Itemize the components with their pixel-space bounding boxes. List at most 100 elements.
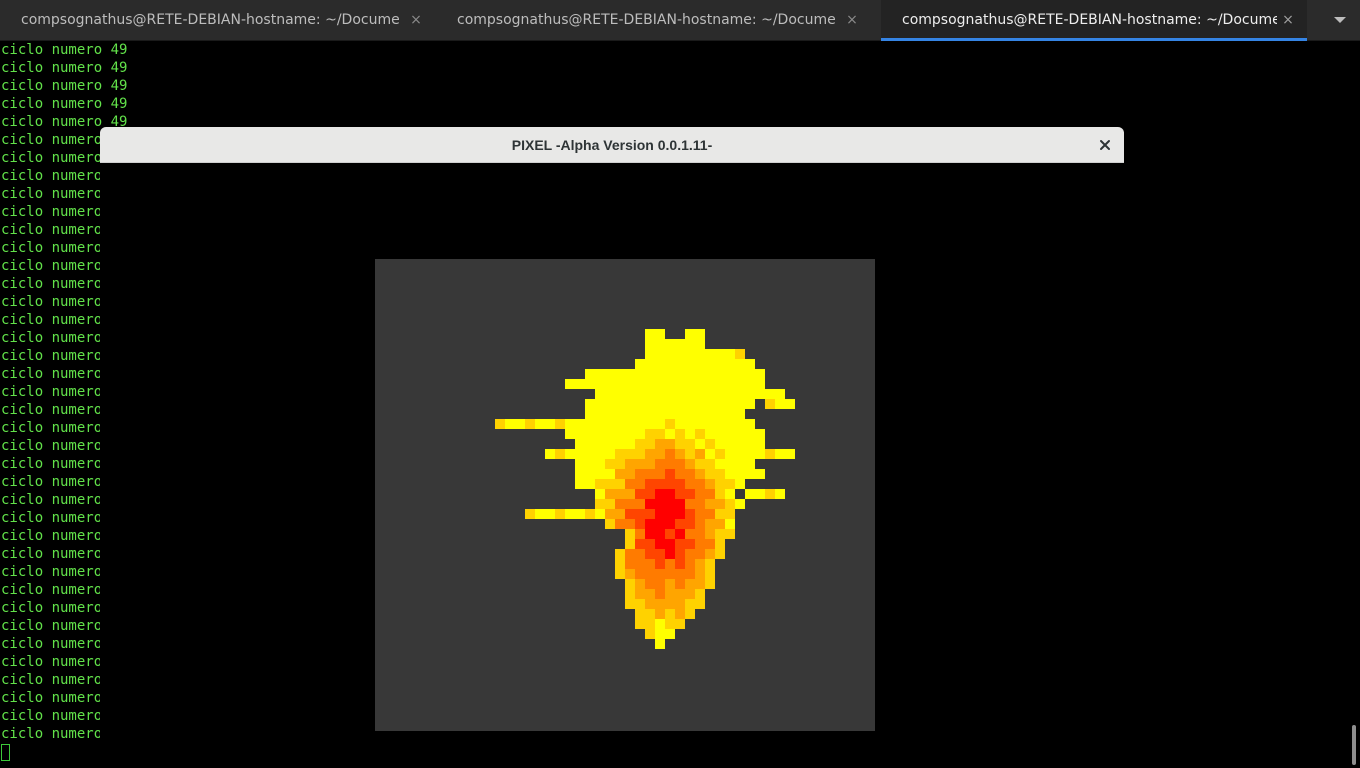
chevron-down-icon[interactable] (1332, 12, 1348, 28)
fire-pixel (595, 499, 605, 509)
fire-pixel (715, 509, 725, 519)
fire-pixel (555, 449, 565, 459)
fire-pixel (645, 539, 655, 549)
fire-pixel (575, 439, 585, 449)
fire-pixel (645, 359, 655, 369)
fire-pixel (745, 459, 755, 469)
fire-pixel (595, 459, 605, 469)
scrollbar-thumb[interactable] (1352, 725, 1356, 765)
fire-pixel (755, 489, 765, 499)
fire-pixel (705, 459, 715, 469)
fire-pixel (705, 579, 715, 589)
fire-pixel (635, 419, 645, 429)
terminal-tab-2[interactable]: compsognathus@RETE-DEBIAN-hostname: ~/Do… (436, 0, 881, 40)
fire-pixel (625, 519, 635, 529)
terminal-tab-3[interactable]: compsognathus@RETE-DEBIAN-hostname: ~/Do… (881, 0, 1307, 41)
fire-pixel (725, 409, 735, 419)
fire-pixel (635, 569, 645, 579)
fire-pixel (725, 379, 735, 389)
close-icon[interactable] (1096, 136, 1114, 154)
fire-pixel (705, 469, 715, 479)
fire-pixel (655, 639, 665, 649)
fire-pixel (705, 349, 715, 359)
fire-pixel (665, 629, 675, 639)
fire-pixel (735, 369, 745, 379)
fire-pixel (645, 389, 655, 399)
fire-pixel (765, 489, 775, 499)
fire-pixel (715, 419, 725, 429)
fire-pixel (645, 529, 655, 539)
fire-pixel (575, 469, 585, 479)
fire-pixel (605, 509, 615, 519)
fire-pixel (665, 509, 675, 519)
tab-close-button[interactable]: × (844, 0, 860, 40)
fire-pixel (765, 389, 775, 399)
fire-pixel (745, 439, 755, 449)
fire-pixel (585, 439, 595, 449)
fire-pixel (665, 489, 675, 499)
fire-pixel (665, 549, 675, 559)
fire-pixel (695, 519, 705, 529)
fire-pixel (535, 509, 545, 519)
window-titlebar[interactable]: PIXEL -Alpha Version 0.0.1.11- (100, 127, 1124, 163)
fire-pixel (715, 539, 725, 549)
fire-pixel (705, 509, 715, 519)
fire-pixel (555, 509, 565, 519)
fire-pixel (625, 529, 635, 539)
fire-pixel (655, 429, 665, 439)
fire-pixel (655, 419, 665, 429)
fire-pixel (625, 549, 635, 559)
fire-pixel (605, 469, 615, 479)
fire-pixel (645, 469, 655, 479)
fire-pixel (635, 429, 645, 439)
fire-pixel (715, 429, 725, 439)
fire-pixel (655, 479, 665, 489)
fire-pixel (585, 399, 595, 409)
fire-pixel (635, 409, 645, 419)
fire-pixel (715, 459, 725, 469)
terminal-tab-1[interactable]: compsognathus@RETE-DEBIAN-hostname: ~/Do… (0, 0, 436, 40)
fire-pixel (655, 589, 665, 599)
tab-close-button[interactable]: × (1280, 0, 1296, 40)
fire-pixel (685, 399, 695, 409)
fire-pixel (625, 369, 635, 379)
fire-pixel (685, 589, 695, 599)
fire-pixel (605, 369, 615, 379)
fire-pixel (615, 549, 625, 559)
fire-pixel (595, 449, 605, 459)
fire-pixel (725, 449, 735, 459)
fire-pixel (615, 389, 625, 399)
fire-pixel (615, 479, 625, 489)
fire-pixel (635, 439, 645, 449)
fire-pixel (665, 619, 675, 629)
fire-pixel (675, 399, 685, 409)
fire-pixel (685, 459, 695, 469)
fire-pixel (565, 509, 575, 519)
fire-pixel (605, 489, 615, 499)
fire-pixel (635, 619, 645, 629)
fire-pixel (665, 349, 675, 359)
tab-close-button[interactable]: × (408, 0, 424, 40)
fire-pixel (545, 509, 555, 519)
fire-pixel (705, 379, 715, 389)
fire-pixel (655, 559, 665, 569)
fire-pixel (625, 539, 635, 549)
fire-pixel (725, 429, 735, 439)
fire-pixel (645, 419, 655, 429)
fire-pixel (665, 409, 675, 419)
fire-pixel (775, 449, 785, 459)
terminal-scrollbar[interactable] (1348, 41, 1360, 768)
pixel-canvas[interactable] (375, 259, 875, 731)
fire-pixel (675, 459, 685, 469)
fire-pixel (645, 409, 655, 419)
fire-pixel (595, 369, 605, 379)
fire-pixel (625, 479, 635, 489)
fire-pixel (705, 409, 715, 419)
fire-pixel (655, 549, 665, 559)
fire-pixel (645, 619, 655, 629)
fire-pixel (665, 429, 675, 439)
fire-pixel (635, 479, 645, 489)
fire-pixel (725, 419, 735, 429)
fire-pixel (615, 499, 625, 509)
fire-pixel (665, 519, 675, 529)
